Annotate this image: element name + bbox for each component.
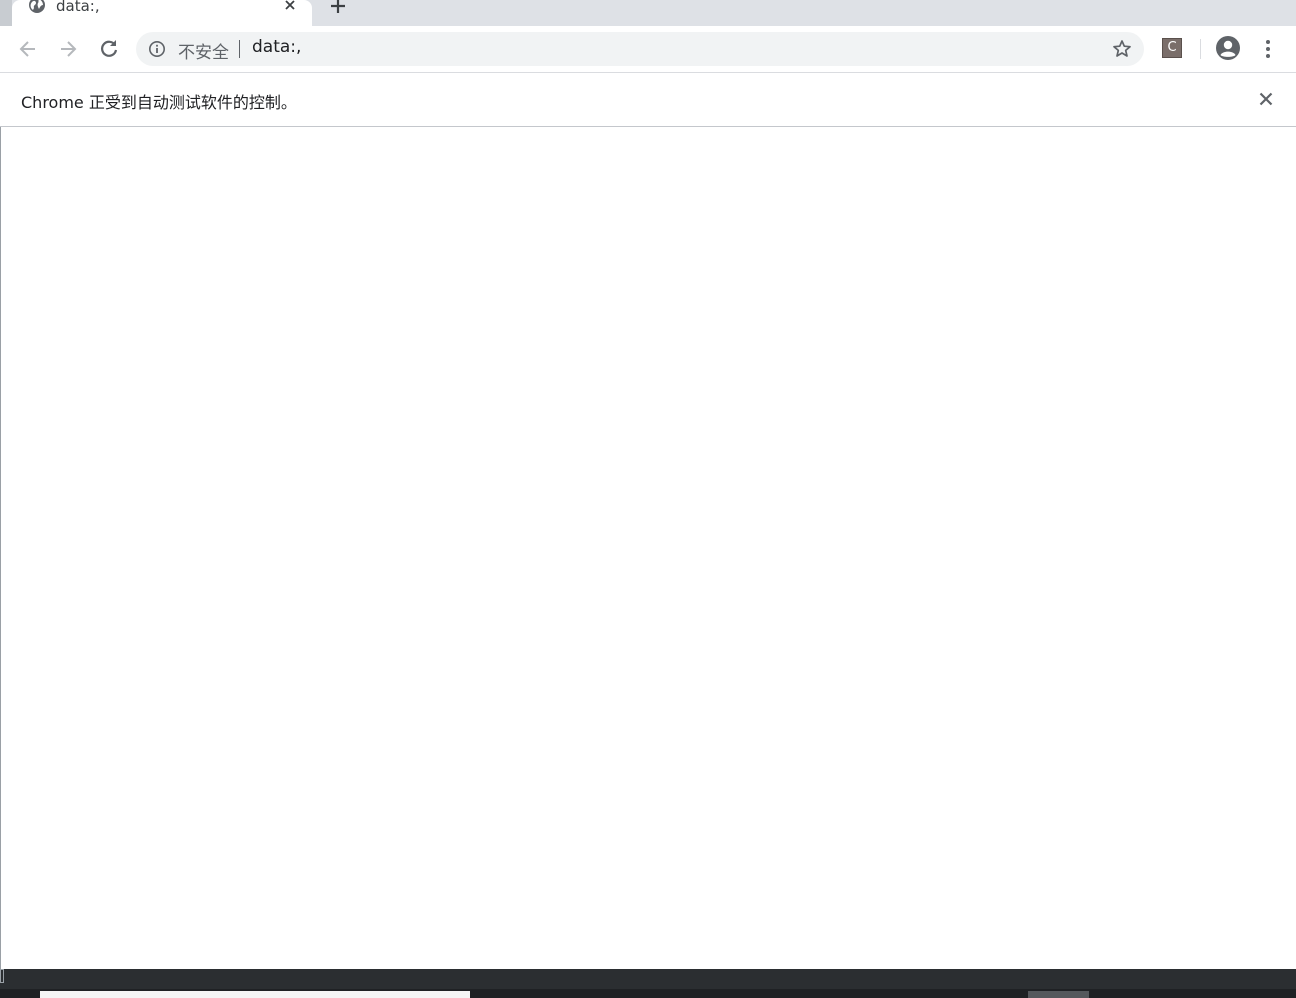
- extension-letter: C: [1167, 40, 1177, 55]
- taskbar: [0, 969, 1296, 998]
- page-content: [0, 127, 1296, 969]
- close-icon[interactable]: [1256, 89, 1276, 109]
- plus-icon[interactable]: [328, 0, 348, 16]
- reload-button[interactable]: [95, 35, 123, 63]
- more-vert-icon[interactable]: [1258, 38, 1278, 60]
- forward-button[interactable]: [54, 35, 82, 63]
- taskbar-item[interactable]: [40, 991, 470, 998]
- browser-window: data:, 不安全 data:, C Chrome 正受到自动测试软件的控制。: [0, 0, 1296, 998]
- resize-handle[interactable]: [0, 969, 4, 983]
- toolbar-separator: [1200, 39, 1201, 59]
- address-bar[interactable]: 不安全 data:,: [136, 32, 1144, 66]
- info-icon[interactable]: [148, 40, 166, 58]
- close-icon[interactable]: [282, 0, 298, 14]
- account-circle-icon[interactable]: [1215, 35, 1241, 61]
- address-divider: [239, 40, 240, 58]
- forward-arrow-icon: [61, 41, 77, 57]
- tab-strip-edge: [0, 0, 12, 26]
- extension-icon[interactable]: C: [1162, 38, 1182, 58]
- tab-active[interactable]: data:,: [12, 0, 312, 26]
- globe-icon: [28, 0, 46, 14]
- back-button[interactable]: [14, 35, 42, 63]
- star-icon[interactable]: [1112, 39, 1132, 59]
- tab-title: data:,: [56, 0, 100, 15]
- reload-icon: [101, 40, 118, 57]
- toolbar: 不安全 data:, C: [0, 26, 1296, 73]
- automation-infobar: Chrome 正受到自动测试软件的控制。: [0, 73, 1296, 127]
- security-label[interactable]: 不安全: [178, 38, 229, 63]
- url-text[interactable]: data:,: [252, 37, 301, 57]
- infobar-message: Chrome 正受到自动测试软件的控制。: [21, 93, 297, 112]
- back-arrow-icon: [19, 41, 35, 57]
- tab-strip: data:,: [0, 0, 1296, 26]
- taskbar-item[interactable]: [1028, 991, 1089, 998]
